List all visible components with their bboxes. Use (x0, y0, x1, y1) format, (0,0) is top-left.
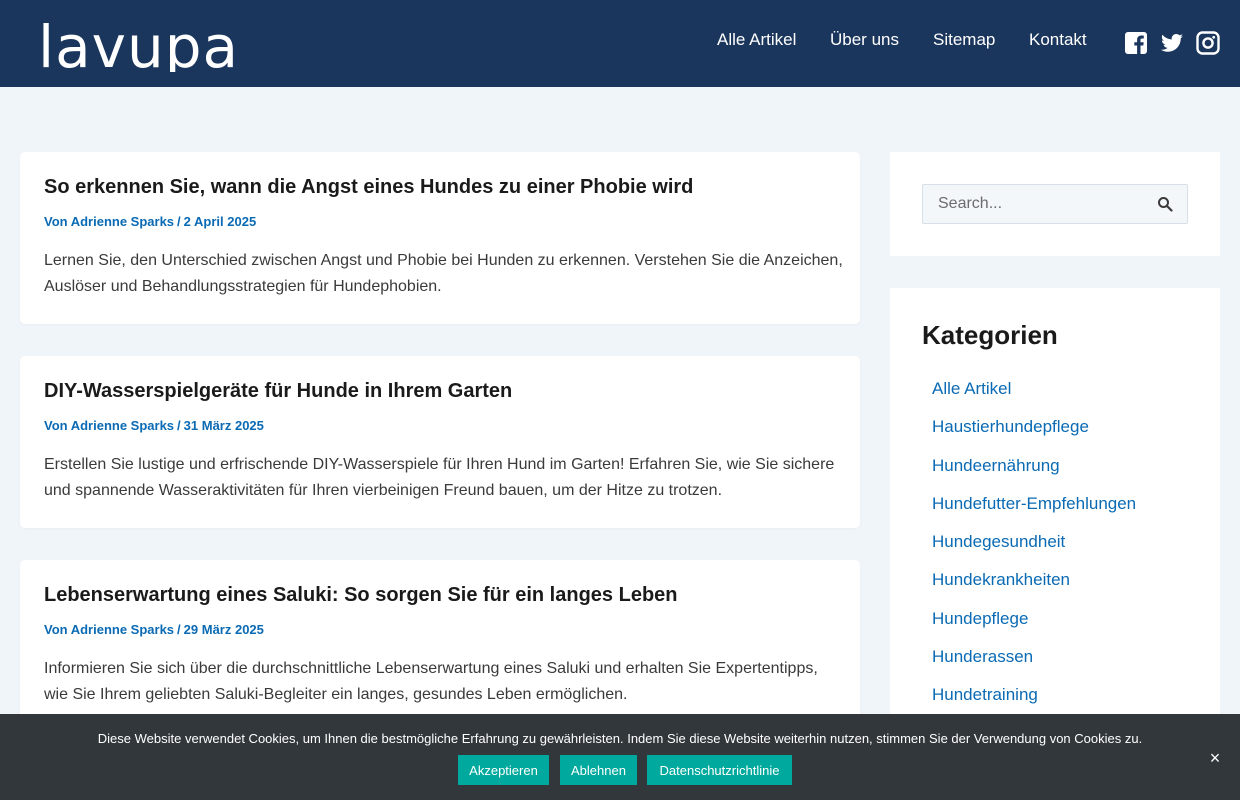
search-input[interactable] (923, 185, 1143, 223)
search-widget (890, 152, 1220, 256)
categories-title: Kategorien (922, 320, 1058, 350)
accept-cookies-button[interactable]: Akzeptieren (458, 755, 549, 785)
post-excerpt: Informieren Sie sich über die durchschni… (44, 660, 818, 703)
post-excerpt: Erstellen Sie lustige und erfrischende D… (44, 456, 835, 499)
search-form (922, 184, 1188, 224)
post-author[interactable]: Von Adrienne Sparks (44, 214, 174, 229)
cookie-notice-text: Diese Website verwendet Cookies, um Ihne… (97, 731, 1143, 746)
categories-widget: Kategorien Alle Artikel Haustierhundepfl… (890, 288, 1220, 728)
search-button[interactable] (1143, 185, 1187, 223)
post-meta: Von Adrienne Sparks/29 März 2025 (44, 622, 264, 637)
nav-item-sitemap[interactable]: Sitemap (933, 30, 995, 50)
privacy-policy-button[interactable]: Datenschutzrichtlinie (647, 755, 792, 785)
post-date[interactable]: 2 April 2025 (184, 214, 257, 229)
post-card: Lebenserwartung eines Saluki: So sorgen … (20, 560, 860, 732)
meta-separator: / (177, 214, 181, 229)
post-date[interactable]: 31 März 2025 (184, 418, 264, 433)
post-excerpt: Lernen Sie, den Unterschied zwischen Ang… (44, 252, 843, 295)
category-link[interactable]: Alle Artikel (932, 378, 1136, 416)
category-link[interactable]: Hundepflege (932, 608, 1136, 646)
site-header: lavupa Alle Artikel Über uns Sitemap Kon… (0, 0, 1240, 87)
post-card: So erkennen Sie, wann die Angst eines Hu… (20, 152, 860, 324)
post-author[interactable]: Von Adrienne Sparks (44, 622, 174, 637)
post-date[interactable]: 29 März 2025 (184, 622, 264, 637)
post-card: DIY-Wasserspielgeräte für Hunde in Ihrem… (20, 356, 860, 528)
post-title[interactable]: DIY-Wasserspielgeräte für Hunde in Ihrem… (44, 380, 512, 403)
category-link[interactable]: Hunderassen (932, 646, 1136, 684)
category-link[interactable]: Hundegesundheit (932, 531, 1136, 569)
post-title[interactable]: So erkennen Sie, wann die Angst eines Hu… (44, 176, 693, 199)
category-link[interactable]: Hundefutter-Empfehlungen (932, 493, 1136, 531)
instagram-icon[interactable] (1196, 31, 1220, 55)
category-list: Alle Artikel Haustierhundepflege Hundeer… (932, 378, 1136, 723)
post-author[interactable]: Von Adrienne Sparks (44, 418, 174, 433)
close-icon[interactable]: × (1207, 749, 1223, 767)
nav-item-alle-artikel[interactable]: Alle Artikel (717, 30, 796, 50)
post-meta: Von Adrienne Sparks/31 März 2025 (44, 418, 264, 433)
cookie-banner: Diese Website verwendet Cookies, um Ihne… (0, 714, 1240, 800)
category-link[interactable]: Haustierhundepflege (932, 416, 1136, 454)
category-link[interactable]: Hundekrankheiten (932, 569, 1136, 607)
main-nav: Alle Artikel Über uns Sitemap Kontakt (0, 30, 1240, 52)
post-title[interactable]: Lebenserwartung eines Saluki: So sorgen … (44, 584, 678, 607)
meta-separator: / (177, 622, 181, 637)
nav-item-kontakt[interactable]: Kontakt (1029, 30, 1087, 50)
search-icon (1158, 197, 1173, 212)
facebook-icon[interactable] (1124, 31, 1148, 55)
nav-item-ueber-uns[interactable]: Über uns (830, 30, 899, 50)
meta-separator: / (177, 418, 181, 433)
category-link[interactable]: Hundeernährung (932, 455, 1136, 493)
decline-cookies-button[interactable]: Ablehnen (560, 755, 637, 785)
twitter-icon[interactable] (1160, 31, 1184, 55)
post-meta: Von Adrienne Sparks/2 April 2025 (44, 214, 256, 229)
